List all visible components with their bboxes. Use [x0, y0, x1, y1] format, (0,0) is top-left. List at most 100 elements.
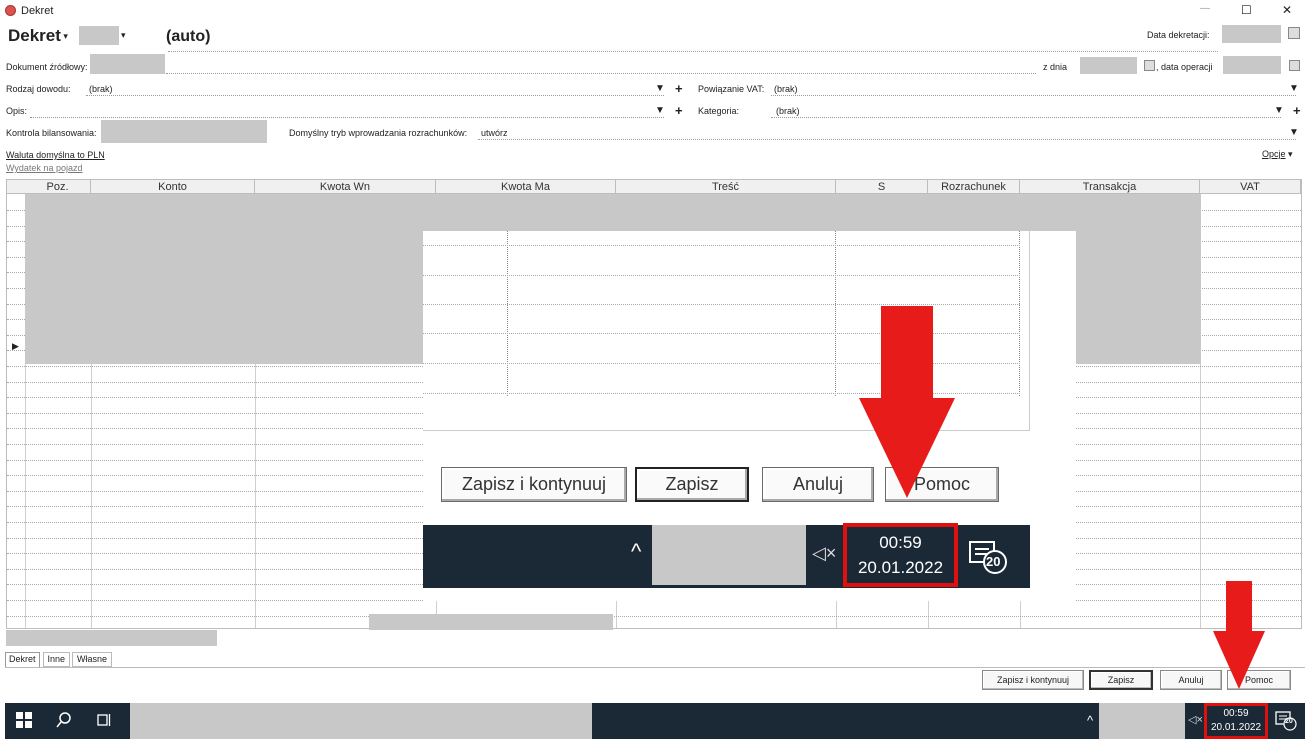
maximize-button[interactable]: ☐ [1241, 3, 1252, 17]
opcje-menu[interactable]: Opcje ▾ [1262, 149, 1293, 160]
save-button[interactable]: Zapisz [1089, 670, 1153, 690]
wydatek-link[interactable]: Wydatek na pojazd [6, 163, 82, 173]
domyslny-line [478, 139, 1296, 140]
horizontal-scrollbar[interactable] [6, 630, 217, 646]
save-continue-button[interactable]: Zapisz i kontynuuj [982, 670, 1084, 690]
close-button[interactable]: ✕ [1282, 3, 1292, 17]
mute-icon[interactable]: ◁× [1188, 713, 1203, 726]
taskbar-apps-redacted [130, 703, 592, 739]
kategoria-label: Kategoria: [698, 106, 740, 116]
zoom-grid-col [835, 231, 836, 396]
small-red-arrow-icon [1213, 581, 1265, 689]
zoom-clock-highlight: 00:59 20.01.2022 [843, 523, 958, 587]
dekret-menu[interactable]: Dekret ▾ [8, 26, 68, 46]
zoom-taskbar: ^ ◁× 00:59 20.01.2022 20 [423, 523, 1030, 588]
kontrola-field [101, 120, 267, 143]
domyslny-value[interactable]: utwórz [481, 128, 508, 138]
search-icon[interactable] [55, 711, 73, 729]
tabs-divider [5, 667, 1305, 668]
col-s[interactable]: S [836, 180, 928, 194]
zoom-grid-row [423, 245, 1020, 246]
tab-wlasne[interactable]: Własne [72, 652, 113, 667]
rodzaj-value[interactable]: (brak) [89, 84, 113, 94]
zoom-clock-time: 00:59 [879, 533, 922, 552]
calendar-icon[interactable] [1289, 60, 1300, 71]
data-dekretacji-label: Data dekretacji: [1147, 30, 1210, 40]
col-transakcja[interactable]: Transakcja [1020, 180, 1200, 194]
zoom-save-continue-button: Zapisz i kontynuuj [441, 467, 627, 502]
redacted-bottom [369, 614, 613, 630]
taskbar: ^ ◁× 00:59 20.01.2022 20 [5, 703, 1305, 739]
opis-label: Opis: [6, 106, 28, 116]
col-vat[interactable]: VAT [1200, 180, 1301, 194]
zoom-cancel-button: Anuluj [762, 467, 874, 502]
data-operacji-field[interactable] [1223, 56, 1281, 74]
chevron-down-icon[interactable]: ▾ [121, 30, 126, 41]
kategoria-value[interactable]: (brak) [776, 106, 800, 116]
zoom-grid-row [423, 275, 1020, 276]
calendar-icon[interactable] [1288, 27, 1300, 39]
window-title: Dekret [21, 5, 54, 17]
grid-row-line [7, 616, 1301, 617]
chevron-down-icon[interactable]: ▼ [1289, 83, 1299, 94]
col-rozrachunek[interactable]: Rozrachunek [928, 180, 1020, 194]
col-kwota-wn[interactable]: Kwota Wn [255, 180, 436, 194]
task-view-icon[interactable] [95, 711, 113, 729]
dokument-line [166, 73, 1036, 74]
dokument-field[interactable] [90, 54, 165, 74]
opcje-label: Opcje [1262, 149, 1286, 159]
powiazanie-line [771, 95, 1296, 96]
notification-icon[interactable]: 20 [1275, 711, 1299, 733]
tab-dekret[interactable]: Dekret [5, 652, 40, 667]
data-dekretacji-field[interactable] [1222, 25, 1281, 43]
chevron-down-icon: ▾ [1285, 149, 1293, 159]
dokument-label: Dokument źródłowy: [6, 62, 88, 72]
tray-chevron-icon[interactable]: ^ [1087, 713, 1093, 728]
chevron-down-icon[interactable]: ▼ [1274, 105, 1284, 116]
waluta-link[interactable]: Waluta domyślna to PLN [6, 150, 105, 160]
bottom-tabs: Dekret Inne Własne [5, 652, 113, 667]
z-dnia-label: z dnia [1043, 62, 1068, 72]
clock-highlight[interactable]: 00:59 20.01.2022 [1204, 703, 1268, 739]
opis-line [30, 117, 664, 118]
big-red-arrow-icon [859, 306, 955, 498]
zoom-notification-count: 20 [986, 554, 1001, 569]
grid-header: Poz. Konto Kwota Wn Kwota Ma Treść S Roz… [7, 180, 1301, 194]
minimize-button[interactable]: — [1200, 3, 1210, 14]
number-field[interactable] [79, 26, 119, 45]
powiazanie-value[interactable]: (brak) [774, 84, 798, 94]
title-bar: Dekret — ☐ ✕ [0, 0, 1314, 22]
notification-count: 20 [1285, 718, 1293, 725]
tab-inne[interactable]: Inne [42, 652, 71, 667]
row-pointer-icon: ▶ [12, 341, 19, 351]
rodzaj-label: Rodzaj dowodu: [6, 84, 71, 94]
clock-time: 00:59 [1223, 708, 1249, 719]
add-icon[interactable]: + [1293, 103, 1301, 118]
col-poz[interactable]: Poz. [25, 180, 91, 194]
zoom-panel: Zapisz i kontynuuj Zapisz Anuluj Pomoc ^… [423, 231, 1076, 601]
calendar-icon[interactable] [1144, 60, 1155, 71]
chevron-down-icon[interactable]: ▼ [1289, 127, 1299, 138]
chevron-down-icon[interactable]: ▼ [655, 83, 665, 94]
domyslny-label: Domyślny tryb wprowadzania rozrachunków: [289, 128, 468, 138]
rodzaj-line [86, 95, 664, 96]
auto-label: (auto) [166, 28, 211, 45]
zoom-save-button: Zapisz [635, 467, 749, 502]
zoom-notification-icon: 20 [969, 540, 1011, 576]
col-kwota-ma[interactable]: Kwota Ma [436, 180, 616, 194]
header-separator [168, 51, 1218, 52]
add-icon[interactable]: + [675, 81, 683, 96]
zoom-tray-redacted [652, 525, 806, 585]
chevron-down-icon: ▾ [60, 31, 68, 42]
zoom-clock-date: 20.01.2022 [857, 558, 944, 577]
col-tresc[interactable]: Treść [616, 180, 836, 194]
kontrola-label: Kontrola bilansowania: [6, 128, 97, 138]
add-icon[interactable]: + [675, 103, 683, 118]
chevron-down-icon[interactable]: ▼ [655, 105, 665, 116]
col-konto[interactable]: Konto [91, 180, 255, 194]
start-icon[interactable] [15, 711, 33, 729]
clock-date: 20.01.2022 [1210, 722, 1262, 733]
app-icon [5, 5, 16, 16]
z-dnia-field[interactable] [1080, 57, 1137, 74]
zoom-grid-row [423, 304, 1020, 305]
